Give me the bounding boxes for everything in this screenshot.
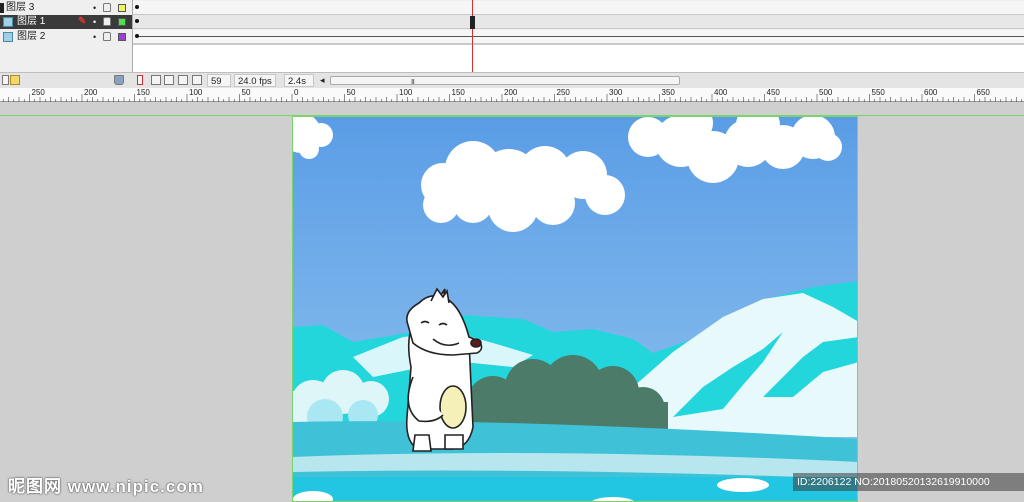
- watermark-id: ID:2206122 NO:20180520132619910000: [793, 473, 1024, 491]
- layer-row-3[interactable]: 图层 3 •: [0, 1, 133, 15]
- frame-track-layer-2[interactable]: [133, 30, 1024, 44]
- layer-name: 图层 3: [6, 2, 35, 13]
- stage-canvas[interactable]: [292, 116, 858, 502]
- horizontal-ruler: 250 200 150 100 50 0 50 100 150 200 250 300 350 400 45…: [0, 88, 1024, 102]
- center-frame-icon[interactable]: [137, 75, 143, 85]
- visibility-dot-icon[interactable]: •: [93, 1, 96, 15]
- flash-editor: 图层 3 • 图层 1 ✎ • 图层 2 • 59 24.0 fps 2.4s …: [0, 0, 1024, 502]
- layer-row-1[interactable]: 图层 1 ✎ •: [0, 15, 133, 29]
- add-folder-icon[interactable]: [10, 75, 20, 85]
- ruler-label: 50: [346, 88, 356, 97]
- ruler-label: 250: [31, 88, 45, 97]
- outline-color-swatch[interactable]: [118, 18, 126, 26]
- ruler-label: 50: [241, 88, 251, 97]
- ruler-label: 200: [504, 88, 518, 97]
- current-frame-field[interactable]: 59: [207, 74, 231, 87]
- ruler-label: 300: [609, 88, 623, 97]
- elapsed-time-field[interactable]: 2.4s: [284, 74, 314, 87]
- ruler-label: 350: [661, 88, 675, 97]
- ruler-label: 450: [766, 88, 780, 97]
- scroll-left-button[interactable]: ◂: [320, 73, 325, 87]
- layer-icon: [3, 32, 13, 42]
- timeline-scrollbar[interactable]: III: [330, 76, 680, 86]
- outline-color-swatch[interactable]: [118, 4, 126, 12]
- current-frame-marker[interactable]: [470, 16, 475, 29]
- lock-icon[interactable]: [103, 17, 111, 26]
- water: [293, 477, 857, 501]
- layer-icon: [3, 17, 13, 27]
- ruler-label: 100: [189, 88, 203, 97]
- visibility-dot-icon[interactable]: •: [93, 30, 96, 44]
- tween-line: [139, 36, 1024, 37]
- frame-track-layer-3[interactable]: [133, 1, 1024, 15]
- visibility-dot-icon[interactable]: •: [93, 15, 96, 29]
- timeline-panel: 图层 3 • 图层 1 ✎ • 图层 2 • 59 24.0 fps 2.4s …: [0, 0, 1024, 88]
- playhead[interactable]: [472, 0, 473, 72]
- timeline-toolbar: 59 24.0 fps 2.4s ◂ III: [0, 72, 1024, 88]
- ruler-label: 0: [294, 88, 299, 97]
- ruler-label: 150: [136, 88, 150, 97]
- scene-artwork: [293, 117, 857, 501]
- onion-skin-outline-icon[interactable]: [164, 75, 174, 85]
- ruler-label: 650: [976, 88, 990, 97]
- layer-row-2[interactable]: 图层 2 •: [0, 30, 133, 44]
- ruler-label: 550: [871, 88, 885, 97]
- onion-skin-icon[interactable]: [151, 75, 161, 85]
- ruler-label: 600: [924, 88, 938, 97]
- lock-icon[interactable]: [103, 3, 111, 12]
- ruler-label: 200: [84, 88, 98, 97]
- trash-icon[interactable]: [114, 75, 124, 85]
- ruler-label: 400: [714, 88, 728, 97]
- keyframe[interactable]: [135, 19, 139, 23]
- frame-rate-field[interactable]: 24.0 fps: [234, 74, 276, 87]
- add-layer-icon[interactable]: [2, 75, 9, 85]
- edit-frames-icon[interactable]: [178, 75, 188, 85]
- ruler-label: 500: [819, 88, 833, 97]
- ruler-label: 100: [399, 88, 413, 97]
- layer-icon: [0, 3, 4, 13]
- empty-frame-area[interactable]: [133, 44, 1024, 72]
- layer-name: 图层 2: [17, 31, 46, 42]
- modify-markers-icon[interactable]: [192, 75, 202, 85]
- frame-track-layer-1[interactable]: [133, 15, 1024, 29]
- watermark-site: 昵图网 www.nipic.com: [8, 477, 204, 496]
- lock-icon[interactable]: [103, 32, 111, 41]
- outline-color-swatch[interactable]: [118, 33, 126, 41]
- ruler-label: 250: [556, 88, 570, 97]
- ruler-label: 150: [451, 88, 465, 97]
- keyframe[interactable]: [135, 5, 139, 9]
- pencil-icon: ✎: [78, 16, 87, 27]
- layer-name: 图层 1: [17, 16, 46, 27]
